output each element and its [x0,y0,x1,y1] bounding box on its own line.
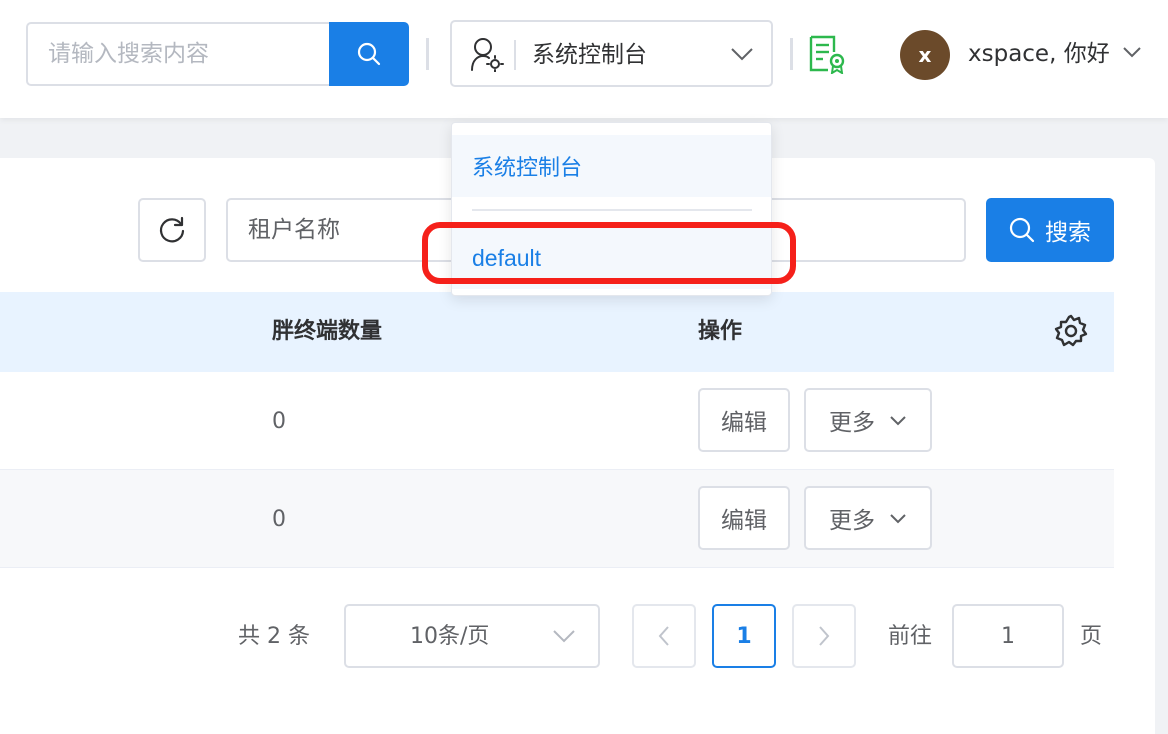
refresh-button[interactable] [138,198,206,262]
edit-button[interactable]: 编辑 [698,486,790,550]
search-button[interactable]: 搜索 [986,198,1114,262]
select-divider [514,40,516,70]
global-search-field[interactable] [26,22,330,86]
page-number-current[interactable]: 1 [712,604,776,668]
chevron-down-icon[interactable] [1122,44,1142,60]
user-gear-icon [471,38,504,72]
dropdown-item-system-console[interactable]: 系统控制台 [452,135,771,197]
refresh-icon [159,216,185,243]
pagination-total: 共 2 条 [238,624,310,649]
top-header: 系统控制台 x xspace, 你好 [0,0,1168,118]
license-certificate-icon[interactable] [806,34,846,74]
more-dropdown-button[interactable]: 更多 [804,486,932,550]
table-row: 0 编辑 更多 [0,372,1114,470]
goto-page-field[interactable] [952,604,1064,668]
user-greeting[interactable]: xspace, 你好 [968,38,1110,70]
chevron-down-icon [890,514,906,524]
search-button-label: 搜索 [1045,220,1091,246]
highlight-annotation [422,222,796,284]
chevron-left-icon [658,626,669,646]
dropdown-divider [472,209,752,211]
page-size-value: 10条/页 [410,624,490,649]
chevron-down-icon [553,630,575,643]
gear-icon[interactable] [1054,314,1088,348]
chevron-right-icon [819,626,830,646]
header-divider [790,38,793,70]
header-divider [426,38,429,70]
search-icon [357,42,381,66]
goto-page-input[interactable] [954,606,1062,666]
table-header: 胖终端数量 操作 [0,292,1114,372]
column-header-actions: 操作 [698,319,743,344]
more-label: 更多 [829,410,875,436]
console-select-value: 系统控制台 [532,42,647,68]
edit-button[interactable]: 编辑 [698,388,790,452]
more-dropdown-button[interactable]: 更多 [804,388,932,452]
chevron-down-icon [731,48,753,61]
table-row: 0 编辑 更多 [0,470,1114,568]
next-page-button[interactable] [792,604,856,668]
goto-label: 前往 [888,624,933,649]
search-icon [1009,217,1035,243]
prev-page-button[interactable] [632,604,696,668]
more-label: 更多 [829,508,875,534]
column-header-fat-terminal-count: 胖终端数量 [272,319,383,344]
fat-terminal-count-cell: 0 [272,409,286,434]
page-suffix-label: 页 [1080,624,1103,649]
global-search-button[interactable] [329,22,409,86]
chevron-down-icon [890,416,906,426]
fat-terminal-count-cell: 0 [272,507,286,532]
console-select[interactable]: 系统控制台 [450,20,773,87]
avatar[interactable]: x [900,30,950,80]
page-size-select[interactable]: 10条/页 [344,604,600,668]
global-search-input[interactable] [28,24,330,84]
